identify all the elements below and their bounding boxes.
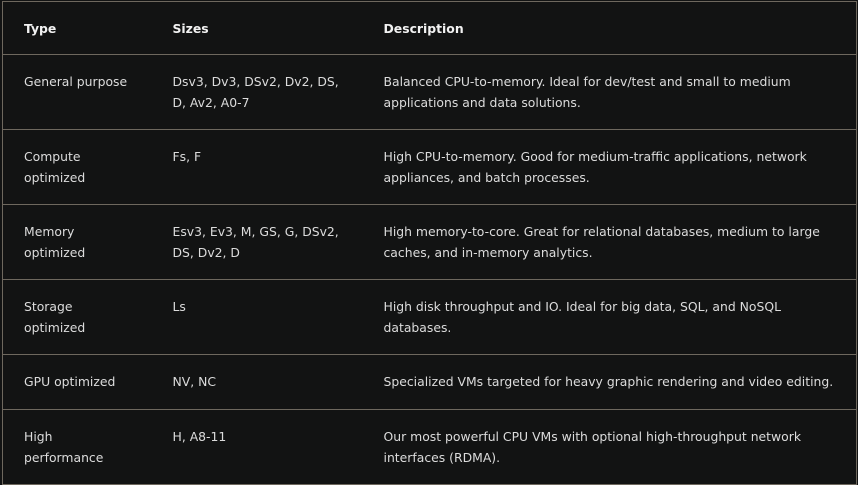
cell-sizes: Esv3, Ev3, M, GS, G, DSv2, DS, Dv2, D xyxy=(151,204,363,280)
cell-description: Specialized VMs targeted for heavy graph… xyxy=(362,354,857,410)
cell-type: Memory optimized xyxy=(2,204,152,280)
table-row: Memory optimized Esv3, Ev3, M, GS, G, DS… xyxy=(2,204,857,280)
header-sizes: Sizes xyxy=(151,1,363,55)
header-description: Description xyxy=(362,1,857,55)
cell-type: High performance xyxy=(2,409,152,485)
cell-description: High CPU-to-memory. Good for medium-traf… xyxy=(362,129,857,205)
vm-types-table: Type Sizes Description General purpose D… xyxy=(2,1,857,485)
cell-type: Storage optimized xyxy=(2,279,152,355)
table-header-row: Type Sizes Description xyxy=(2,1,857,55)
table-row: General purpose Dsv3, Dv3, DSv2, Dv2, DS… xyxy=(2,54,857,130)
cell-sizes: Fs, F xyxy=(151,129,363,205)
cell-description: High memory-to-core. Great for relationa… xyxy=(362,204,857,280)
cell-description: High disk throughput and IO. Ideal for b… xyxy=(362,279,857,355)
table-row: Compute optimized Fs, F High CPU-to-memo… xyxy=(2,129,857,205)
table-row: Storage optimized Ls High disk throughpu… xyxy=(2,279,857,355)
cell-sizes: NV, NC xyxy=(151,354,363,410)
cell-sizes: Ls xyxy=(151,279,363,355)
cell-sizes: Dsv3, Dv3, DSv2, Dv2, DS, D, Av2, A0-7 xyxy=(151,54,363,130)
cell-sizes: H, A8-11 xyxy=(151,409,363,485)
cell-type: Compute optimized xyxy=(2,129,152,205)
cell-type: General purpose xyxy=(2,54,152,130)
header-type: Type xyxy=(2,1,152,55)
cell-description: Balanced CPU-to-memory. Ideal for dev/te… xyxy=(362,54,857,130)
table-row: High performance H, A8-11 Our most power… xyxy=(2,409,857,485)
cell-type: GPU optimized xyxy=(2,354,152,410)
cell-description: Our most powerful CPU VMs with optional … xyxy=(362,409,857,485)
table-row: GPU optimized NV, NC Specialized VMs tar… xyxy=(2,354,857,410)
